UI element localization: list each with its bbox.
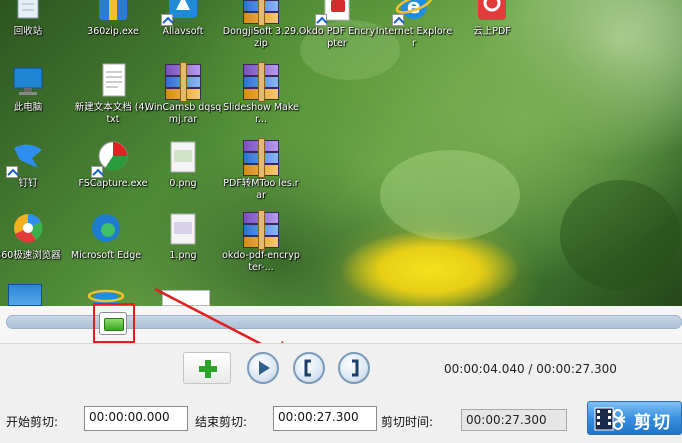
film-scissors-icon [594, 407, 626, 431]
desktop-icon[interactable]: 回收站 [0, 0, 68, 64]
archive-icon [161, 62, 205, 102]
left-bracket-icon [304, 359, 311, 377]
cloud-pdf-icon [470, 0, 514, 26]
desktop-icon[interactable]: 钉钉 [0, 138, 68, 216]
cut-duration-value: 00:00:27.300 [461, 409, 567, 431]
archive-icon [239, 0, 283, 26]
plus-icon [199, 360, 217, 378]
desktop-icon[interactable]: DongjiSoft 3.29.zip [221, 0, 301, 64]
image-file-icon [161, 138, 205, 178]
internet-explorer-icon: e [392, 0, 436, 26]
dingtalk-icon [6, 138, 50, 178]
video-preview: 回收站 360zip.exe Allavsoft DongjiSoft 3.29… [0, 0, 682, 306]
desktop-icon[interactable]: 0.png [143, 138, 223, 216]
archive-icon [239, 62, 283, 102]
set-start-button[interactable] [293, 352, 325, 384]
archive-icon [239, 210, 283, 250]
fscapture-icon [91, 138, 135, 178]
play-button[interactable] [247, 352, 279, 384]
end-cut-label: 结束剪切: [195, 415, 248, 429]
desktop-icon[interactable]: 1.png [143, 210, 223, 288]
desktop-icon[interactable]: 此电脑 [0, 62, 68, 140]
computer-icon [6, 62, 50, 102]
desktop-icon[interactable]: PDF转MToo les.rar [221, 138, 301, 216]
start-cut-label: 开始剪切: [6, 415, 59, 429]
edge-icon [84, 210, 128, 250]
start-cut-field[interactable]: 00:00:00.000 [84, 406, 188, 431]
end-cut-field[interactable]: 00:00:27.300 [273, 406, 377, 431]
desktop-icon[interactable]: 360zip.exe [73, 0, 153, 64]
cut-settings-bar: 开始剪切: 00:00:00.000 结束剪切: 00:00:27.300 剪切… [0, 401, 682, 443]
zip-app-icon [91, 0, 135, 26]
play-icon [259, 361, 270, 375]
cut-button-label: 剪切 [634, 413, 672, 433]
partial-desktop-icon [162, 290, 210, 306]
set-end-button[interactable] [338, 352, 370, 384]
allavsoft-icon [161, 0, 205, 26]
partial-desktop-icon [8, 284, 42, 306]
browser-360-icon [6, 210, 50, 250]
cut-button[interactable]: 剪切 [587, 401, 682, 435]
desktop-icon[interactable]: WinCamsb dqsqmj.rar [143, 62, 223, 140]
desktop-icon[interactable]: FSCapture.exe [73, 138, 153, 216]
desktop-icon[interactable]: Microsoft Edge [66, 210, 146, 288]
right-bracket-icon [352, 359, 359, 377]
desktop-icon[interactable]: Slideshow Maker... [221, 62, 301, 140]
add-button[interactable] [183, 352, 231, 384]
cut-duration-label: 剪切时间: [381, 415, 434, 429]
time-readout: 00:00:04.040 / 00:00:27.300 [444, 362, 617, 376]
desktop-icon[interactable]: e Internet Explorer [374, 0, 454, 64]
image-file-icon [161, 210, 205, 250]
annotation-highlight-box [93, 303, 135, 343]
desktop-icon[interactable]: Okdo PDF Encrypter [297, 0, 377, 64]
desktop-icon[interactable]: 云上PDF [452, 0, 532, 64]
archive-icon [239, 138, 283, 178]
text-file-icon [91, 62, 135, 102]
recycle-bin-icon [6, 0, 50, 26]
video-cutter-window: 回收站 360zip.exe Allavsoft DongjiSoft 3.29… [0, 0, 682, 443]
desktop-icon[interactable]: Allavsoft [143, 0, 223, 64]
desktop-icon[interactable]: okdo-pdf-encrypter-... [221, 210, 301, 288]
pdf-encrypter-icon [315, 0, 359, 26]
desktop-icon[interactable]: 360极速浏览器 [0, 210, 68, 288]
playback-controls: 00:00:04.040 / 00:00:27.300 [0, 343, 682, 401]
desktop-icon[interactable]: 新建文本文档 (4).txt [73, 62, 153, 140]
